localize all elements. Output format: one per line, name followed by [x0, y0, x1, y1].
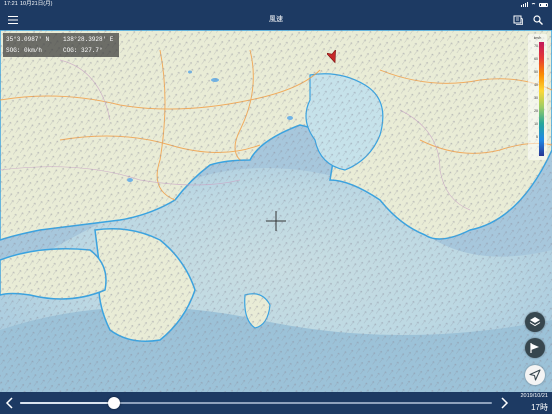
map-layers-button[interactable]: [525, 312, 545, 332]
page-title: 風速: [269, 16, 283, 23]
legend-color-scale: [539, 42, 544, 156]
cog-readout: COG: 327.7°: [63, 47, 103, 54]
legend-tick: 40: [534, 83, 538, 87]
system-indicators: [521, 2, 548, 7]
latitude-readout: 35°3.0987' N: [6, 36, 50, 43]
wind-speed-legend: km/h 70 60 50 40 30 20 10 5: [528, 34, 547, 160]
position-info-panel: 35°3.0987' N 138°28.3928' E SOG: 0km/h C…: [3, 33, 119, 57]
route-flag-icon: [530, 343, 539, 353]
app-root: 17:21 10月21日(月) 風速 35°3.0987' N 138°28.3…: [0, 0, 552, 414]
status-date: 10月21日(月): [20, 1, 53, 7]
legend-ticks: 70 60 50 40 30 20 10 5: [528, 44, 538, 148]
forecast-timeline: 2019/10/21 17時: [0, 392, 552, 414]
vessel-position-marker: [327, 50, 336, 64]
sog-readout: SOG: 0km/h: [6, 47, 43, 54]
search-icon: [533, 15, 543, 25]
navigation-arrow-icon: [529, 369, 541, 381]
layers-button[interactable]: [510, 12, 526, 28]
route-button[interactable]: [525, 338, 545, 358]
legend-tick: 60: [534, 57, 538, 61]
legend-tick: 5: [536, 135, 538, 139]
status-time: 17:21: [4, 1, 18, 7]
battery-icon: [539, 2, 548, 7]
timeline-date: 2019/10/21: [520, 393, 548, 399]
previous-time-button[interactable]: [4, 396, 16, 410]
layers-book-icon: [513, 15, 523, 25]
wifi-icon: [531, 2, 536, 7]
time-slider-track[interactable]: [20, 402, 492, 404]
time-slider-fill: [20, 402, 115, 404]
legend-unit: km/h: [533, 36, 542, 40]
search-button[interactable]: [530, 12, 546, 28]
time-slider-thumb[interactable]: [108, 397, 121, 409]
legend-tick: 50: [534, 70, 538, 74]
legend-tick: 30: [534, 96, 538, 100]
timeline-hour: 17時: [531, 403, 548, 412]
top-navigation-bar: 風速: [0, 9, 552, 30]
layers-stack-icon: [529, 317, 541, 327]
legend-tick: 10: [534, 122, 538, 126]
crosshair-icon: [266, 211, 286, 231]
legend-tick: 70: [534, 44, 538, 48]
chevron-right-icon: [501, 397, 509, 409]
status-bar: 17:21 10月21日(月): [0, 0, 552, 9]
longitude-readout: 138°28.3928' E: [63, 36, 114, 43]
legend-tick: 20: [534, 109, 538, 113]
signal-icon: [521, 2, 528, 7]
next-time-button[interactable]: [498, 396, 510, 410]
current-location-button[interactable]: [525, 365, 545, 385]
chevron-left-icon: [5, 397, 13, 409]
